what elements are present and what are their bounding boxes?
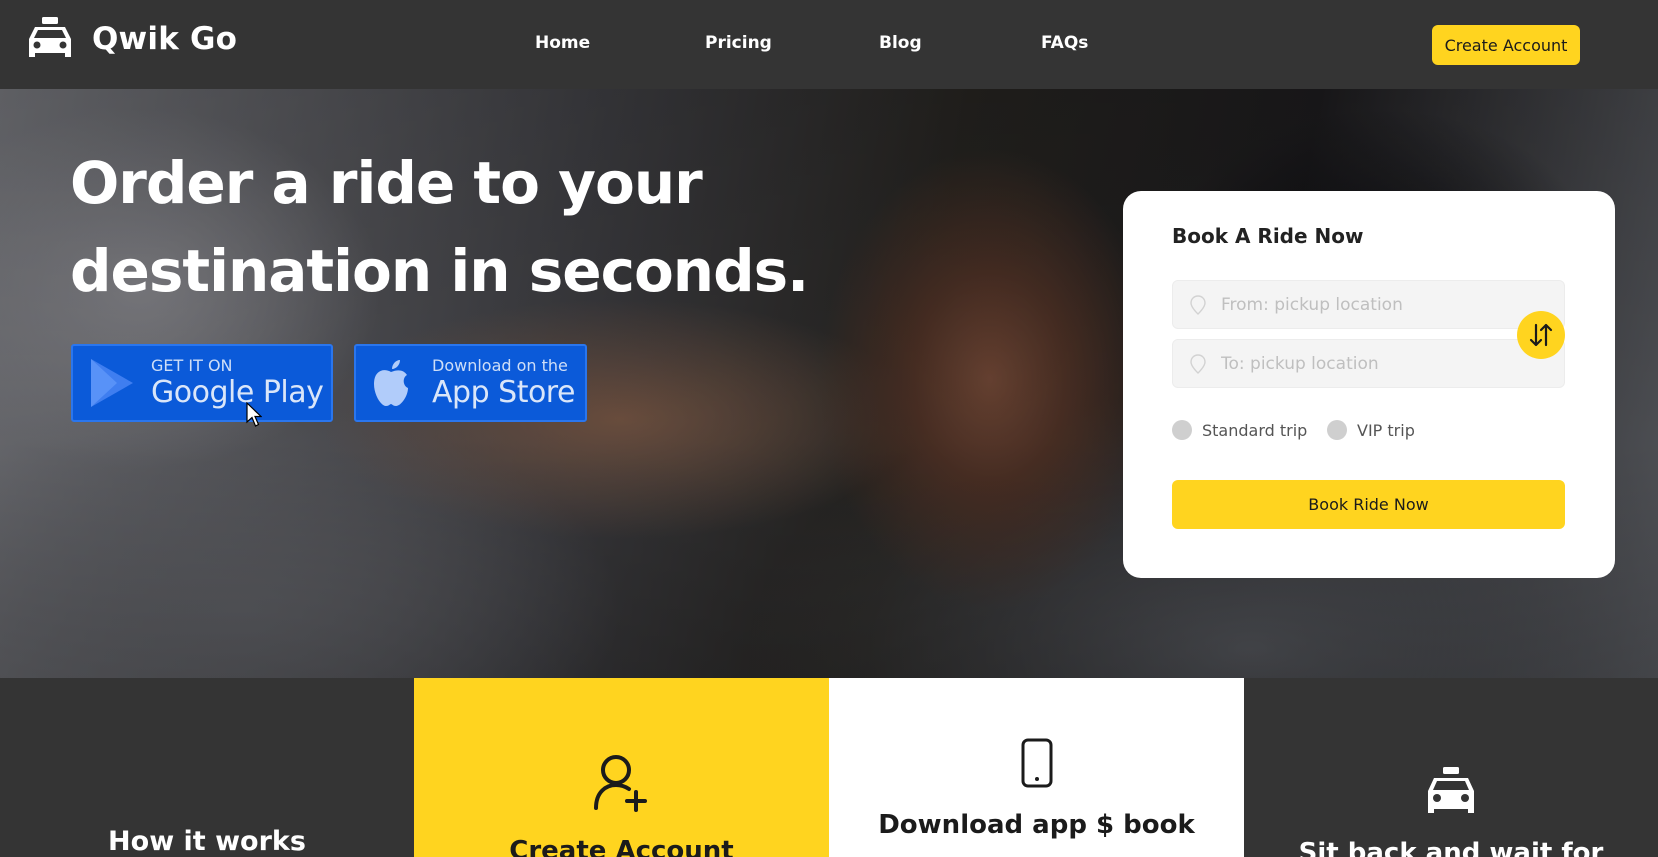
location-pin-icon — [1190, 353, 1206, 374]
booking-title: Book A Ride Now — [1172, 224, 1364, 248]
app-store-text: Download on the App Store — [432, 358, 575, 408]
trip-option-label: VIP trip — [1357, 420, 1415, 440]
pickup-field[interactable] — [1172, 280, 1565, 329]
create-account-button[interactable]: Create Account — [1432, 25, 1580, 65]
step-sit-back: Sit back and wait for — [1244, 678, 1658, 857]
google-play-big-label: Google Play — [151, 375, 324, 410]
step-text: Download app $ book — [878, 810, 1195, 840]
page: Qwik Go Home Pricing Blog FAQs Create Ac… — [0, 0, 1658, 857]
apple-icon — [374, 360, 408, 406]
book-ride-button[interactable]: Book Ride Now — [1172, 480, 1565, 529]
hero-section: Order a ride to your destination in seco… — [0, 89, 1658, 678]
pickup-input[interactable] — [1221, 294, 1521, 315]
step-text: Sit back and wait for — [1298, 838, 1604, 857]
booking-card: Book A Ride Now From: pickup location To… — [1123, 191, 1615, 578]
how-it-works-title: How it works — [108, 826, 306, 857]
add-user-icon — [594, 755, 647, 812]
taxi-icon — [1428, 767, 1474, 813]
google-play-button[interactable]: GET IT ON Google Play — [71, 344, 333, 422]
brand-name: Qwik Go — [92, 21, 238, 57]
step-text: Create Account — [509, 836, 734, 857]
google-play-icon — [91, 359, 133, 407]
how-it-works-intro: How it works — [0, 678, 414, 857]
app-store-button[interactable]: Download on the App Store — [354, 344, 587, 422]
vip-trip-option[interactable]: VIP trip — [1327, 420, 1415, 440]
navbar: Qwik Go Home Pricing Blog FAQs Create Ac… — [0, 0, 1658, 89]
google-play-small-label: GET IT ON — [151, 356, 233, 375]
swap-locations-button[interactable] — [1517, 311, 1565, 359]
standard-trip-option[interactable]: Standard trip — [1172, 420, 1307, 440]
radio-button[interactable] — [1172, 420, 1192, 440]
nav-link-home[interactable]: Home — [535, 33, 590, 53]
app-store-small-label: Download on the — [432, 356, 568, 375]
nav-link-faqs[interactable]: FAQs — [1041, 33, 1088, 53]
step-download-app: Download app $ book — [829, 678, 1244, 857]
nav-link-pricing[interactable]: Pricing — [705, 33, 772, 53]
taxi-icon — [29, 17, 71, 57]
destination-input[interactable] — [1221, 353, 1521, 374]
location-pin-icon — [1190, 294, 1206, 315]
how-it-works-section: How it works Create Account Download app… — [0, 678, 1658, 857]
app-store-big-label: App Store — [432, 375, 575, 410]
radio-button[interactable] — [1327, 420, 1347, 440]
phone-icon — [1021, 738, 1053, 788]
step-create-account: Create Account — [414, 678, 829, 857]
mouse-cursor-icon — [246, 402, 262, 427]
destination-field[interactable] — [1172, 339, 1565, 388]
trip-option-label: Standard trip — [1202, 420, 1308, 440]
hero-title: Order a ride to your destination in seco… — [70, 149, 809, 305]
nav-link-blog[interactable]: Blog — [879, 33, 922, 53]
brand-logo[interactable]: Qwik Go — [26, 17, 237, 61]
google-play-text: GET IT ON Google Play — [151, 356, 324, 410]
swap-arrows-icon — [1529, 323, 1553, 347]
